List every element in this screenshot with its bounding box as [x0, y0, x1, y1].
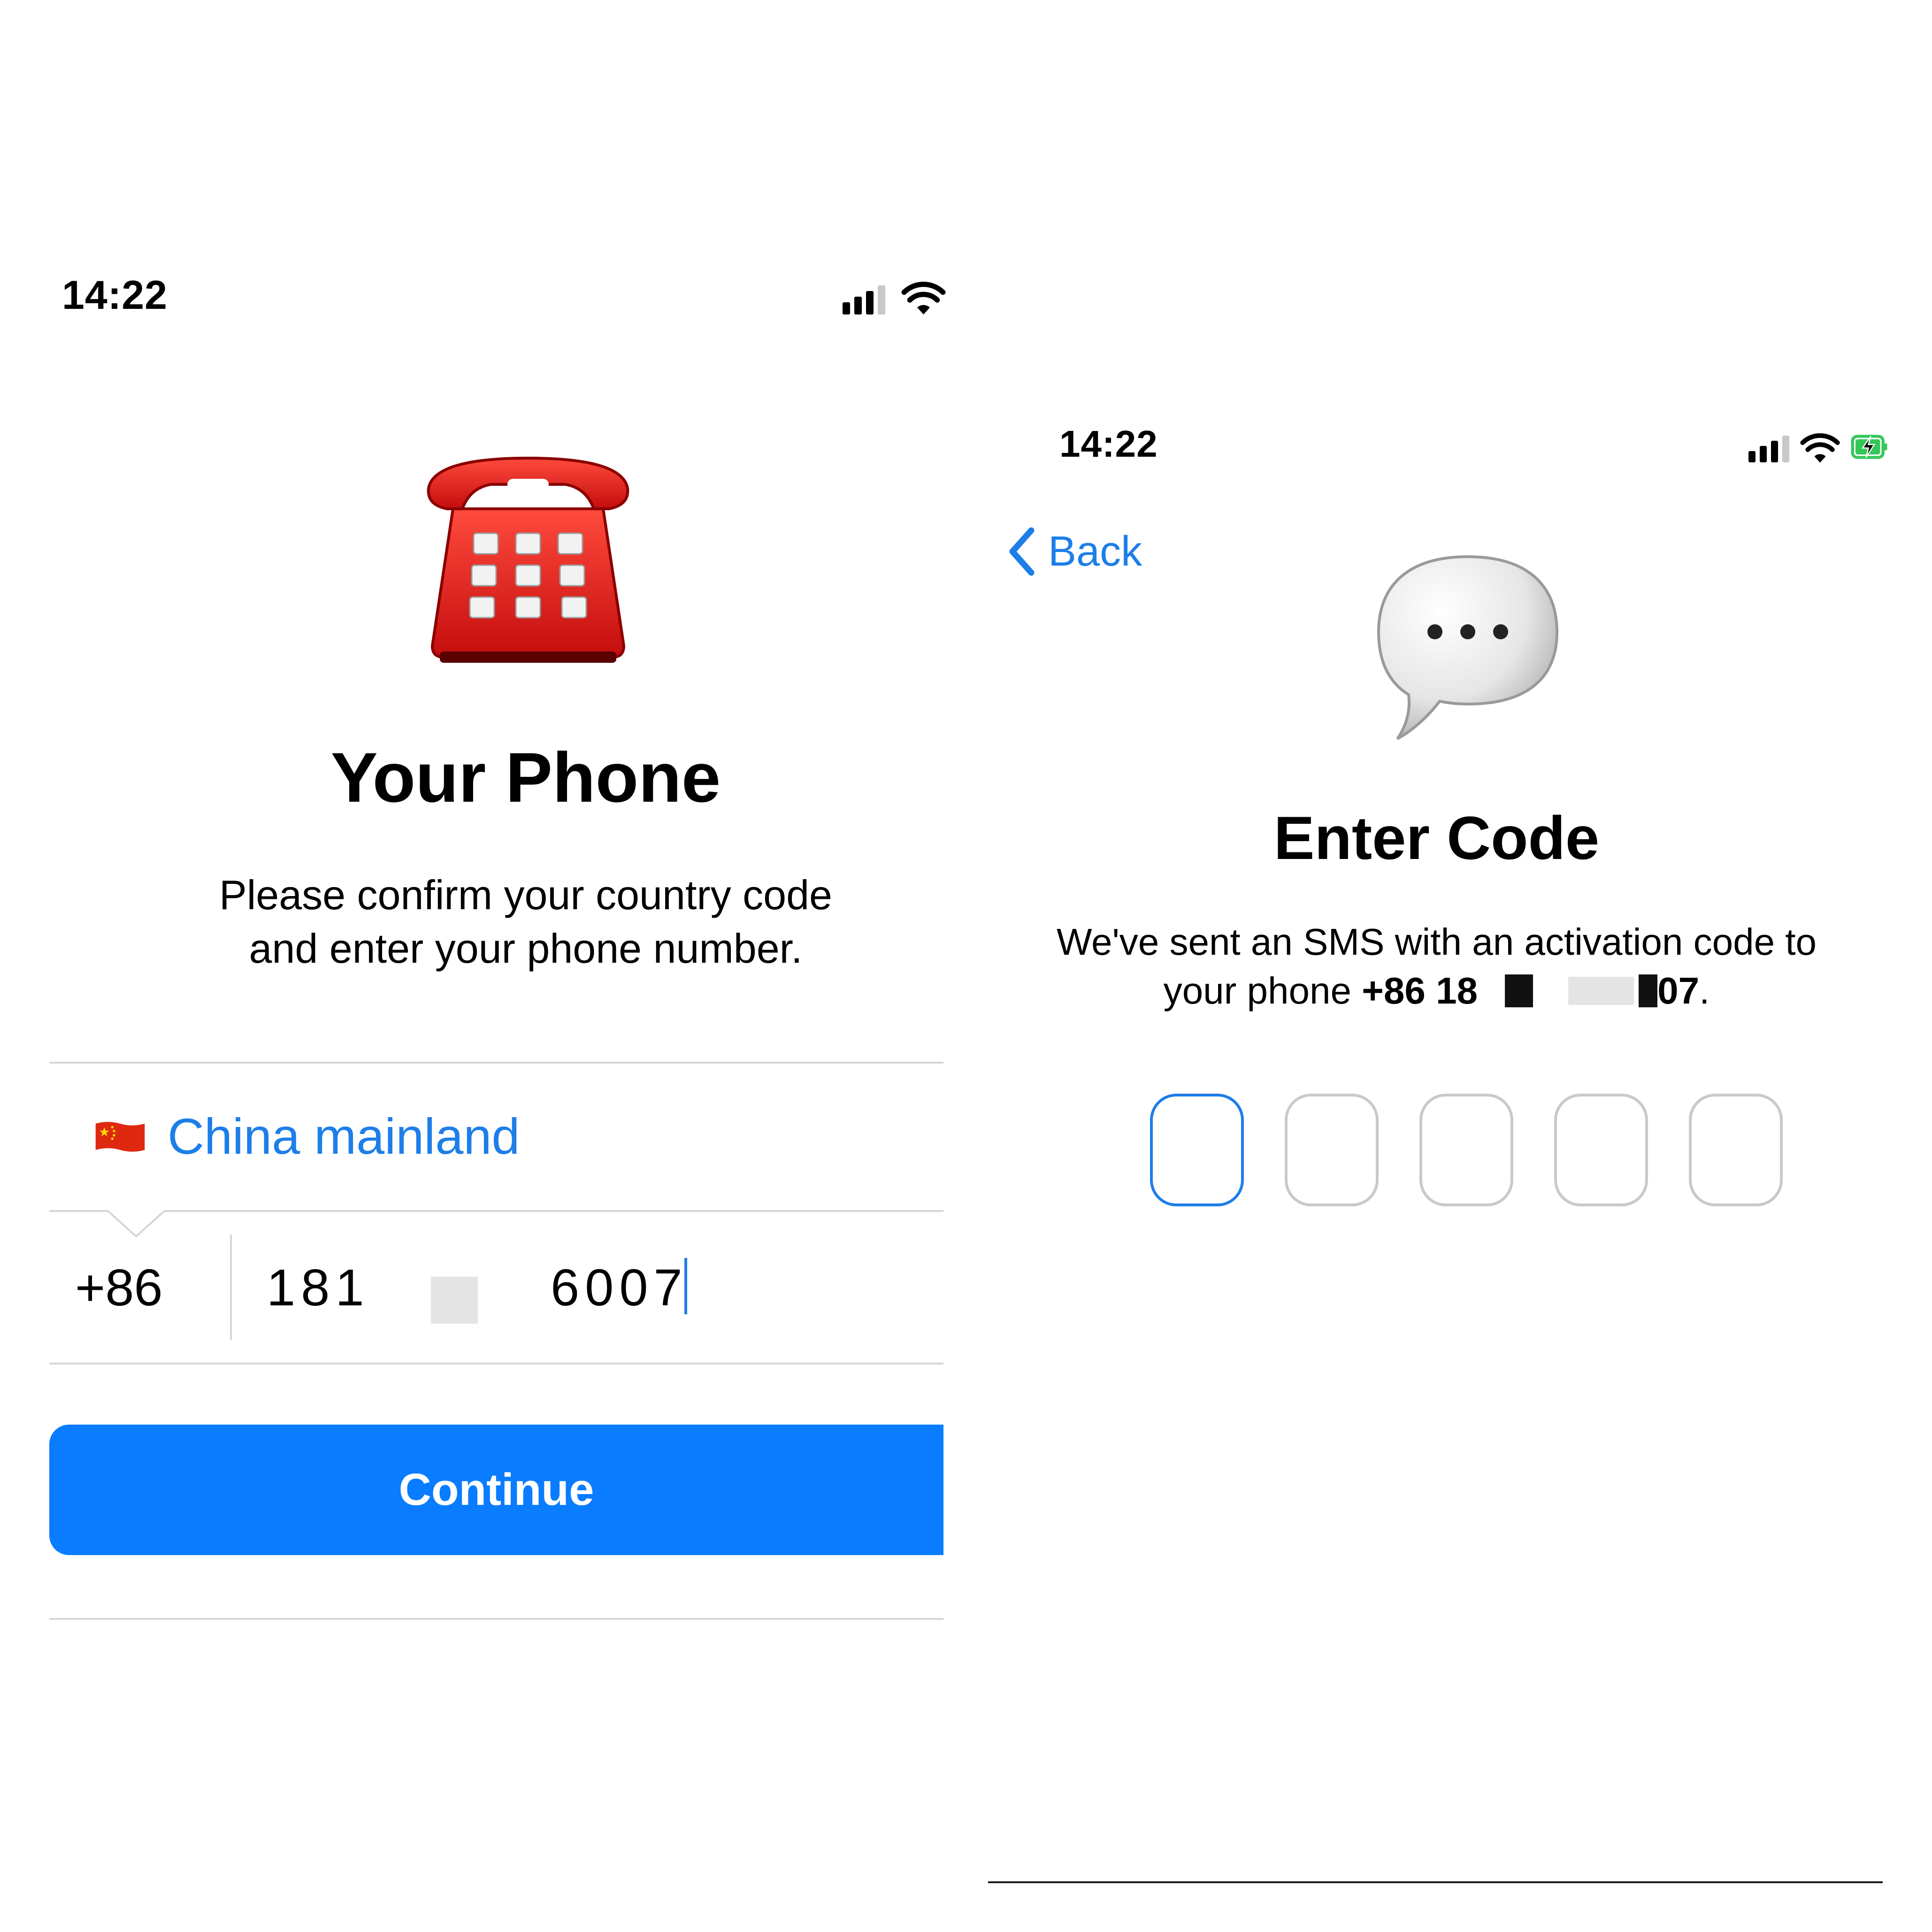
code-digit-box[interactable] — [1150, 1094, 1244, 1206]
status-time: 14:22 — [62, 273, 168, 318]
divider — [49, 1618, 943, 1620]
subtitle-line: and enter your phone number. — [249, 925, 803, 972]
phone-number-input[interactable]: 181 6007 — [267, 1258, 933, 1324]
redacted-digits — [1639, 974, 1658, 1007]
redacted-digits — [1568, 977, 1634, 1005]
subtitle-line: Please confirm your country code — [219, 872, 832, 918]
battery-charging-icon — [1851, 435, 1887, 459]
code-digit-box[interactable] — [1554, 1094, 1648, 1206]
your-phone-screen: 14:22 Your Phone Please confirm your cou… — [0, 0, 986, 1932]
bottom-divider — [988, 1881, 1883, 1883]
cellular-signal-icon — [843, 284, 885, 314]
page-title: Enter Code — [1273, 804, 1600, 872]
code-digit-box[interactable] — [1689, 1094, 1783, 1206]
page-subtitle: Please confirm your country code and ent… — [0, 868, 1051, 976]
divider — [49, 1210, 943, 1212]
phone-end: 07 — [1657, 970, 1700, 1012]
text-caret — [684, 1258, 687, 1314]
selector-notch — [108, 1210, 164, 1238]
divider — [49, 1062, 943, 1064]
page-title: Your Phone — [330, 738, 721, 817]
divider — [49, 1363, 943, 1365]
field-divider — [230, 1234, 232, 1340]
country-code-value: +86 — [75, 1259, 163, 1317]
telephone-icon — [427, 456, 629, 663]
message-prefix: your phone — [1163, 970, 1362, 1012]
phone-start: +86 18 — [1362, 970, 1478, 1012]
wifi-icon — [1800, 433, 1840, 463]
country-selector[interactable]: China mainland — [49, 1066, 943, 1211]
phone-number-start: 181 — [267, 1259, 370, 1317]
code-digit-box[interactable] — [1419, 1094, 1513, 1206]
code-digit-box[interactable] — [1285, 1094, 1379, 1206]
redacted-digits — [431, 1277, 478, 1324]
china-flag-icon — [95, 1122, 145, 1152]
message-line-2: your phone +86 18 07 . — [988, 966, 1885, 1015]
enter-code-screen: 14:22 Back Enter Code We've sent an SMS … — [988, 0, 1932, 1932]
sms-message: We've sent an SMS with an activation cod… — [988, 918, 1885, 1015]
message-line: We've sent an SMS with an activation cod… — [1056, 921, 1817, 963]
phone-suffix: . — [1699, 970, 1710, 1012]
status-time: 14:22 — [1059, 423, 1158, 465]
speech-bubble-icon — [1377, 555, 1559, 740]
wifi-icon — [901, 282, 946, 314]
phone-number-end: 6007 — [551, 1259, 688, 1317]
redacted-digits — [1505, 974, 1533, 1007]
country-name: China mainland — [168, 1108, 520, 1165]
chevron-left-icon — [1009, 527, 1035, 576]
country-code-field[interactable]: +86 — [75, 1258, 216, 1319]
cellular-signal-icon — [1748, 434, 1789, 462]
back-label: Back — [1048, 528, 1142, 575]
continue-button[interactable]: Continue — [49, 1425, 943, 1555]
back-button[interactable]: Back — [1008, 526, 1142, 577]
